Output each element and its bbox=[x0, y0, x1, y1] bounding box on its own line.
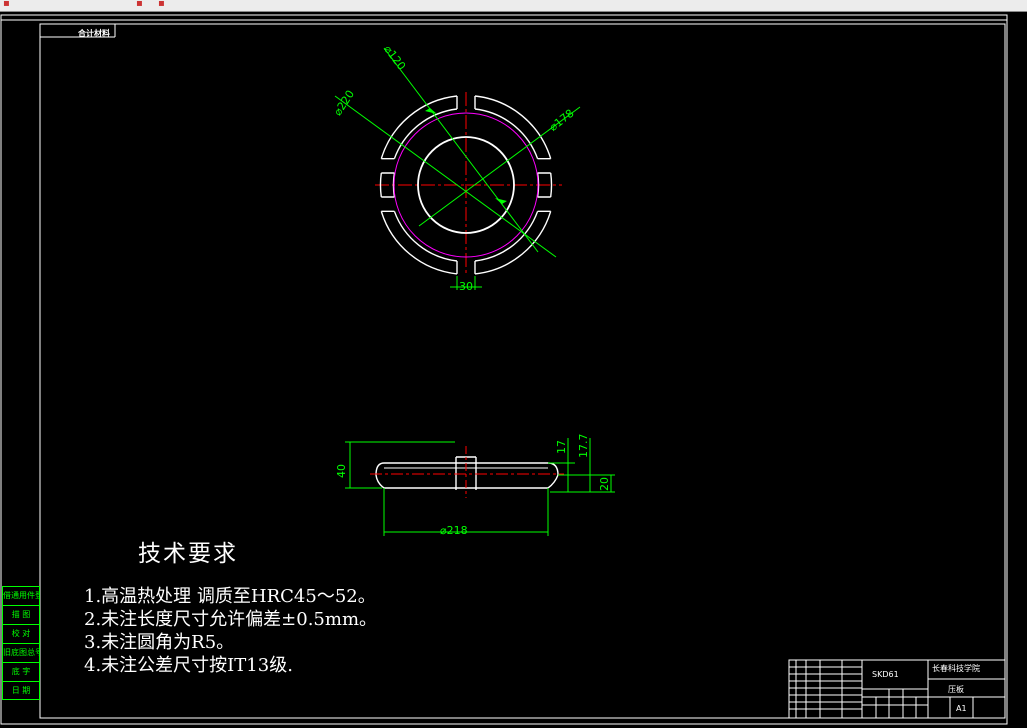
title-block-sheet-size: A1 bbox=[956, 704, 967, 713]
side-cell: 借通用件登记 bbox=[2, 586, 40, 605]
title-block-school: 长春科技学院 bbox=[932, 664, 980, 673]
dim-height-overall: 40 bbox=[335, 464, 348, 478]
corner-label: 合计材料 bbox=[78, 29, 110, 38]
dim-arrow bbox=[495, 198, 507, 204]
requirement-item: 2.未注长度尺寸允许偏差±0.5mm。 bbox=[84, 609, 378, 630]
side-revision-panel: 借通用件登记 描 图 校 对 旧底图总号 底 字 日 期 bbox=[2, 586, 40, 700]
requirement-item: 1.高温热处理 调质至HRC45～52。 bbox=[84, 586, 376, 607]
toolbar-icon[interactable]: ▪ bbox=[3, 0, 10, 10]
dim-pitch-dia: ⌀178 bbox=[547, 107, 577, 134]
dim-line-outer bbox=[334, 95, 557, 258]
dim-arrow bbox=[425, 108, 437, 114]
dim-line-inner bbox=[383, 47, 539, 253]
dim-outer-dia: ⌀220 bbox=[331, 88, 357, 118]
side-cell: 底 字 bbox=[2, 662, 40, 681]
dim-20: 20 bbox=[598, 477, 611, 491]
side-cell: 日 期 bbox=[2, 681, 40, 700]
window-top-bar: ▪ ▪ ▪ bbox=[0, 0, 1027, 12]
side-cell: 校 对 bbox=[2, 624, 40, 643]
title-block-part-name: 压板 bbox=[948, 685, 964, 694]
requirement-item: 4.未注公差尺寸按IT13级. bbox=[84, 655, 293, 676]
side-cell: 描 图 bbox=[2, 605, 40, 624]
requirement-item: 3.未注圆角为R5。 bbox=[84, 632, 235, 653]
requirements-title: 技术要求 bbox=[138, 541, 238, 567]
requirements-list: 1.高温热处理 调质至HRC45～52。 2.未注长度尺寸允许偏差±0.5mm。… bbox=[84, 585, 377, 677]
top-view: ⌀120 ⌀220 ⌀178 30 bbox=[331, 43, 581, 293]
title-block-material: SKD61 bbox=[872, 670, 899, 679]
side-profile bbox=[375, 462, 559, 489]
dim-slot-width: 30 bbox=[459, 280, 473, 293]
toolbar-icon[interactable]: ▪ bbox=[136, 0, 143, 10]
dim-17-7: 17.7 bbox=[577, 434, 590, 459]
drawing-canvas[interactable]: ⌀120 ⌀220 ⌀178 30 40 17 17.7 20 ⌀218 合计材… bbox=[0, 12, 1027, 728]
toolbar-icon[interactable]: ▪ bbox=[158, 0, 165, 10]
dim-17: 17 bbox=[555, 440, 568, 454]
dim-base-dia: ⌀218 bbox=[440, 524, 468, 537]
dim-inner-dia: ⌀120 bbox=[381, 43, 408, 73]
side-cell: 旧底图总号 bbox=[2, 643, 40, 662]
side-view: 40 17 17.7 20 ⌀218 bbox=[335, 434, 615, 537]
